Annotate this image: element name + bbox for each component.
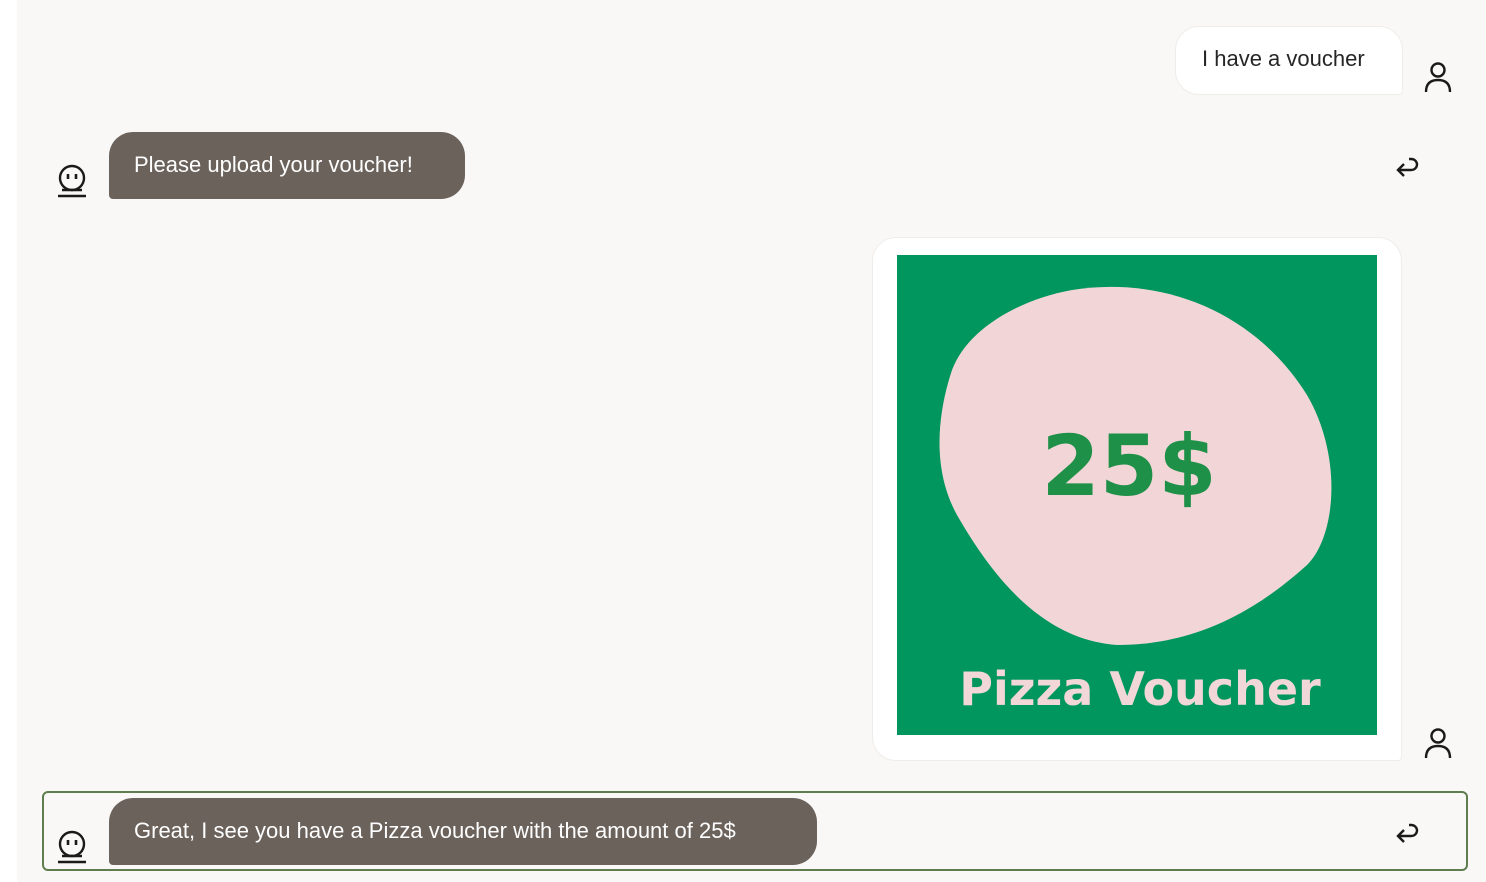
bot-avatar-icon: [58, 830, 86, 864]
user-avatar-icon: [1424, 728, 1452, 759]
user-attachment-bubble: 25$ Pizza Voucher: [872, 237, 1402, 761]
user-message-text: I have a voucher: [1202, 46, 1365, 71]
voucher-title: Pizza Voucher: [959, 662, 1321, 716]
bot-avatar-icon: [58, 164, 86, 198]
user-message-bubble: I have a voucher: [1175, 26, 1403, 95]
chat-panel: I have a voucher Please upload your vouc…: [17, 0, 1486, 882]
bot-message-bubble: Great, I see you have a Pizza voucher wi…: [109, 798, 817, 865]
voucher-amount: 25$: [1041, 417, 1216, 515]
reply-arrow-icon[interactable]: [1393, 154, 1421, 182]
voucher-image[interactable]: 25$ Pizza Voucher: [897, 255, 1377, 735]
bot-message-bubble: Please upload your voucher!: [109, 132, 465, 199]
bot-message-text: Please upload your voucher!: [134, 152, 413, 177]
bot-message-text: Great, I see you have a Pizza voucher wi…: [134, 818, 736, 843]
reply-arrow-icon[interactable]: [1393, 820, 1421, 848]
user-avatar-icon: [1424, 62, 1452, 93]
